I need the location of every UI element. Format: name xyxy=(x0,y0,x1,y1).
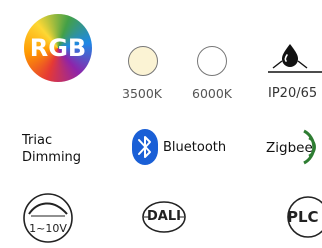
ip-rating-label: IP20/65 xyxy=(268,86,318,101)
rgb-label: RGB xyxy=(29,34,87,62)
dimming-range-label: 1~10V xyxy=(29,222,67,235)
triac-line-2: Dimming xyxy=(22,150,82,165)
temp-3500k-label: 3500K xyxy=(122,86,163,101)
warm-light-swatch xyxy=(128,46,158,76)
dimming-curve-icon xyxy=(21,192,75,244)
zigbee-signal-icon xyxy=(300,126,322,168)
bluetooth-icon xyxy=(130,128,160,166)
plc-label: PLC xyxy=(287,208,319,226)
temp-6000k-label: 6000K xyxy=(192,86,233,101)
dali-label: DALI xyxy=(147,209,181,224)
bluetooth-label: Bluetooth xyxy=(163,140,227,155)
triac-line-1: Triac xyxy=(22,133,53,148)
cool-light-swatch xyxy=(197,46,227,76)
triac-dimming-label: Triac Dimming xyxy=(22,132,81,166)
water-drop-icon xyxy=(268,42,322,86)
